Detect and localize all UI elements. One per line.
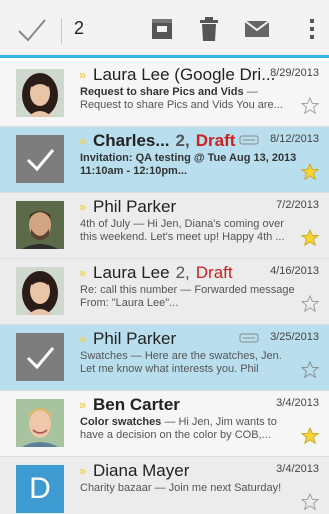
importance-marker-icon: » — [79, 67, 87, 82]
action-bar-divider — [61, 18, 62, 44]
star-icon[interactable] — [301, 295, 319, 313]
date-label: 3/4/2013 — [276, 463, 319, 475]
avatar[interactable] — [16, 69, 64, 117]
conversation-row[interactable]: » Laura Lee 2, Draft 4/16/2013 Re: call th… — [0, 259, 329, 325]
message-snippet: Re: call this number — Forwarded message… — [80, 284, 295, 309]
star-icon[interactable] — [301, 163, 319, 181]
avatar[interactable] — [16, 399, 64, 447]
importance-marker-icon: » — [79, 331, 87, 346]
conversation-row[interactable]: D » Diana Mayer 3/4/2013 Charity bazaar … — [0, 457, 329, 514]
sender-name: Phil Parker — [93, 197, 177, 216]
draft-label: Draft — [195, 263, 233, 282]
date-label: 3/4/2013 — [276, 397, 319, 409]
man-photo-icon — [16, 399, 64, 447]
conversation-row[interactable]: » Phil Parker 7/2/2013 4th of July — Hi … — [0, 193, 329, 259]
sender-name: Charles... 2, Draft — [93, 131, 236, 150]
overflow-menu-icon[interactable] — [297, 14, 327, 44]
sender-name: Laura Lee (Google Dri... — [93, 65, 276, 84]
selected-checkbox[interactable] — [16, 333, 64, 381]
importance-marker-icon: » — [79, 265, 87, 280]
importance-marker-icon: » — [79, 463, 87, 478]
importance-marker-icon: » — [79, 199, 87, 214]
message-snippet: Charity bazaar — Join me next Saturday! — [80, 482, 282, 494]
draft-label: Draft — [195, 131, 236, 150]
message-snippet: Swatches — Here are the swatches, Jen. L… — [80, 350, 282, 375]
importance-marker-icon: » — [79, 397, 87, 412]
conversation-row[interactable]: » Laura Lee (Google Dri... 8/29/2013 Req… — [0, 61, 329, 127]
avatar[interactable] — [16, 201, 64, 249]
woman-photo-icon — [16, 267, 64, 315]
star-icon[interactable] — [301, 493, 319, 511]
check-icon — [26, 347, 55, 370]
date-label: 4/16/2013 — [270, 265, 319, 277]
sender-name: Laura Lee 2, Draft — [93, 263, 233, 282]
star-icon[interactable] — [301, 427, 319, 445]
selected-checkbox[interactable] — [16, 135, 64, 183]
avatar[interactable] — [16, 267, 64, 315]
star-icon[interactable] — [301, 361, 319, 379]
star-icon[interactable] — [301, 229, 319, 247]
date-label: 7/2/2013 — [276, 199, 319, 211]
conversation-row[interactable]: » Ben Carter 3/4/2013 Color swatches — H… — [0, 391, 329, 457]
conversation-row[interactable]: » Charles... 2, Draft 8/12/2013 Invitation… — [0, 127, 329, 193]
archive-icon[interactable] — [147, 14, 177, 44]
contextual-action-bar: 2 — [0, 0, 329, 58]
date-label: 3/25/2013 — [270, 331, 319, 343]
conversation-row[interactable]: » Phil Parker 3/25/2013 Swatches — Here … — [0, 325, 329, 391]
label-tag-icon — [239, 135, 259, 145]
man-photo-icon — [16, 201, 64, 249]
star-icon[interactable] — [301, 97, 319, 115]
message-snippet: Invitation: QA testing @ Tue Aug 13, 201… — [80, 152, 297, 177]
done-check-icon[interactable] — [15, 13, 49, 47]
mark-unread-icon[interactable] — [242, 14, 272, 44]
date-label: 8/29/2013 — [270, 67, 319, 79]
delete-icon[interactable] — [194, 14, 224, 44]
sender-name: Ben Carter — [93, 395, 180, 414]
label-tag-icon — [239, 333, 259, 343]
message-snippet: 4th of July — Hi Jen, Diana's coming ove… — [80, 218, 285, 243]
woman-photo-icon — [16, 69, 64, 117]
sender-name: Diana Mayer — [93, 461, 190, 480]
message-snippet: Color swatches — Hi Jen, Jim wants to ha… — [80, 416, 277, 441]
check-icon — [26, 149, 55, 172]
message-count: 2, — [175, 263, 190, 282]
conversation-list: » Laura Lee (Google Dri... 8/29/2013 Req… — [0, 61, 329, 514]
message-snippet: Request to share Pics and Vids — Request… — [80, 86, 283, 111]
selected-count: 2 — [74, 18, 85, 38]
message-count: 2, — [175, 131, 190, 150]
sender-name: Phil Parker — [93, 329, 177, 348]
avatar-letter-tile[interactable]: D — [16, 465, 64, 513]
date-label: 8/12/2013 — [270, 133, 319, 145]
importance-marker-icon: » — [79, 133, 87, 148]
